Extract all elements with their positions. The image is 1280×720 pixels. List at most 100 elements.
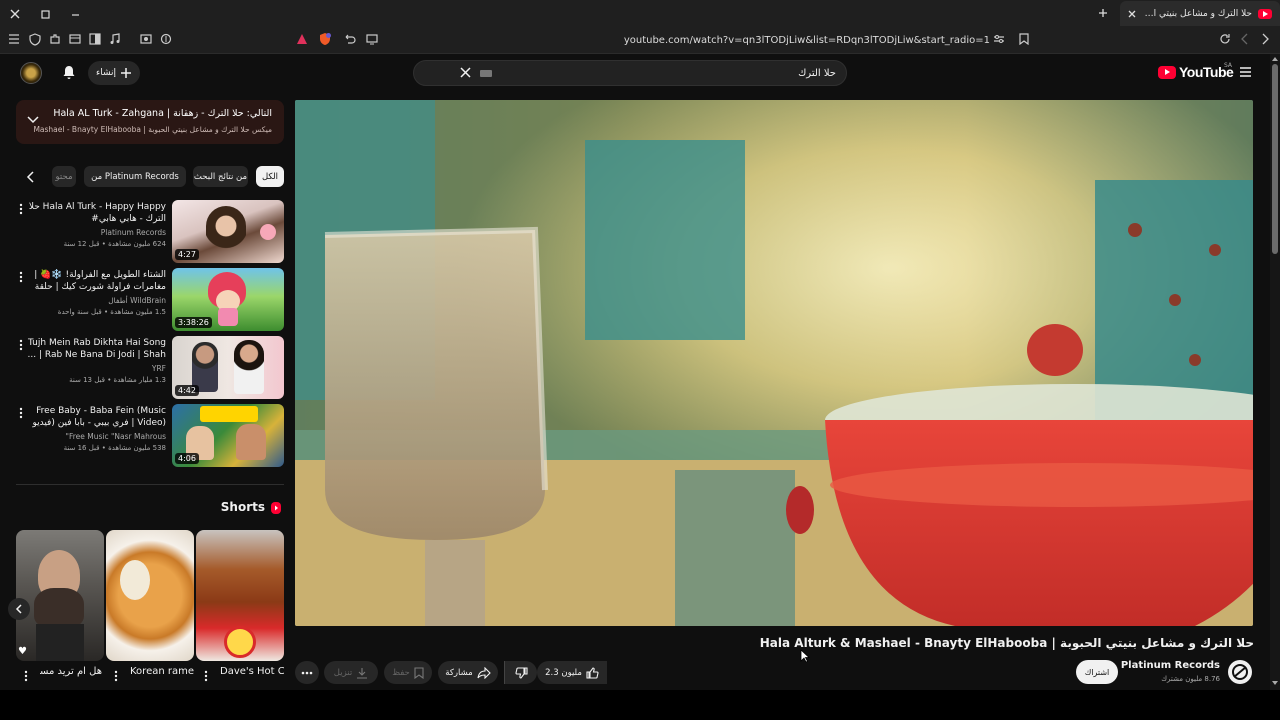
search-box[interactable]: حلا الترك (413, 60, 847, 86)
list-item[interactable]: 4:42 Tujh Mein Rab Dikhta Hai Song | Rab… (16, 336, 284, 399)
video-title[interactable]: Tujh Mein Rab Dikhta Hai Song | Rab Ne B… (26, 337, 166, 361)
cast-icon[interactable] (366, 33, 378, 45)
scroll-down-arrow-icon[interactable] (1271, 680, 1279, 686)
brave-shield-icon[interactable] (318, 32, 332, 46)
more-horizontal-icon (301, 671, 313, 675)
like-button[interactable]: 2.3 مليون (537, 661, 607, 684)
more-options-icon[interactable] (16, 406, 26, 420)
short-title[interactable]: Dave's Hot Chicken (220, 666, 284, 677)
download-button[interactable]: تنزيل (324, 661, 378, 684)
playlist-next-title: التالي: حلا الترك - زهقانة | Hala AL Tur… (53, 108, 272, 119)
youtube-favicon-icon (1258, 8, 1272, 19)
rewind-icon[interactable] (344, 33, 356, 45)
more-options-icon[interactable] (24, 670, 28, 682)
thumbs-down-icon (514, 666, 528, 679)
dislike-button[interactable] (504, 661, 537, 684)
short-thumbnail[interactable] (106, 530, 194, 661)
tabs-icon[interactable] (69, 33, 81, 45)
channel-avatar[interactable] (1228, 660, 1252, 684)
channel-name[interactable]: Platinum Records (101, 228, 166, 237)
video-thumbnail[interactable]: 4:42 (172, 336, 284, 399)
vpn-triangle-icon[interactable] (296, 33, 308, 45)
browser-toolbar: youtube.com/watch?v=qn3lTODjLiw&list=RDq… (0, 27, 1280, 54)
close-tab-icon[interactable] (1128, 10, 1136, 18)
avatar[interactable] (20, 62, 42, 84)
video-title[interactable]: Hala Al Turk - Happy Happy حلا الترك - ه… (26, 201, 166, 225)
playlist-subtitle: ميكس حلا الترك و مشاعل بنيتي الحبوبة | M… (33, 125, 272, 134)
more-options-icon[interactable] (114, 670, 118, 682)
extension-icon[interactable] (160, 33, 172, 45)
chip-all[interactable]: الكل (256, 166, 284, 187)
video-meta: 1.5 مليون مشاهدة • قبل سنة واحدة (57, 308, 166, 316)
video-thumbnail[interactable]: 3:38:26 (172, 268, 284, 331)
screenshot-icon[interactable] (140, 33, 152, 45)
duration-badge: 4:06 (175, 453, 199, 464)
search-input[interactable]: حلا الترك (798, 61, 836, 85)
short-thumbnail[interactable] (196, 530, 284, 661)
channel-name[interactable]: WildBrain أطفال (108, 296, 166, 305)
list-item[interactable]: 4:06 Free Baby - Baba Fein (Music Video)… (16, 404, 284, 467)
chip-from-channel[interactable]: من Platinum Records (84, 166, 186, 187)
subscribe-button[interactable]: اشتراك (1076, 660, 1118, 684)
playlist-panel[interactable]: التالي: حلا الترك - زهقانة | Hala AL Tur… (16, 100, 284, 144)
more-options-icon[interactable] (204, 670, 208, 682)
more-options-icon[interactable] (16, 202, 26, 216)
notifications-bell-icon[interactable] (61, 64, 77, 80)
tab-title: حلا الترك و مشاعل بنيتي الحبوبة (1142, 8, 1252, 19)
video-title[interactable]: الشتاء الطويل مع الفراولة! ❄️🍓 | مغامرات… (26, 269, 166, 293)
video-title[interactable]: Free Baby - Baba Fein (Music Video) | فر… (26, 405, 166, 429)
maximize-icon[interactable] (38, 7, 52, 21)
chevron-down-icon[interactable] (27, 115, 39, 125)
scroll-up-arrow-icon[interactable] (1271, 56, 1279, 62)
create-button[interactable]: إنشاء (88, 61, 140, 85)
more-options-icon[interactable] (16, 338, 26, 352)
video-thumbnail[interactable]: 4:27 (172, 200, 284, 263)
close-window-icon[interactable] (8, 7, 22, 21)
address-bar[interactable]: youtube.com/watch?v=qn3lTODjLiw&list=RDq… (560, 31, 990, 49)
short-title[interactable]: Korean ramen... (130, 666, 194, 677)
video-thumbnail[interactable]: 4:06 (172, 404, 284, 467)
chevron-left-icon[interactable] (26, 171, 36, 183)
share-label: مشاركة (445, 667, 473, 678)
keyboard-icon[interactable] (480, 70, 492, 77)
music-note-icon[interactable] (109, 33, 121, 45)
mouse-cursor-icon (800, 648, 811, 667)
clear-search-icon[interactable] (460, 67, 471, 78)
video-meta: 538 مليون مشاهدة • قبل 16 سنة (63, 444, 166, 452)
puzzle-icon[interactable] (49, 33, 61, 45)
new-tab-icon[interactable] (1096, 6, 1110, 20)
browser-tab-bar: حلا الترك و مشاعل بنيتي الحبوبة (0, 0, 1280, 27)
shorts-heading: Shorts (220, 500, 265, 514)
chip-more[interactable]: محتو (52, 166, 76, 187)
site-settings-icon[interactable] (993, 33, 1005, 45)
save-button[interactable]: حفظ (384, 661, 432, 684)
shield-icon[interactable] (29, 33, 41, 46)
short-title[interactable]: هل ام تريد مسلمة ... (40, 666, 102, 677)
list-item[interactable]: 4:27 Hala Al Turk - Happy Happy حلا التر… (16, 200, 284, 263)
channel-name[interactable]: Free Music "Nasr Mahrous" (66, 432, 167, 441)
sidebar-menu-icon[interactable] (8, 33, 20, 45)
video-player[interactable] (295, 100, 1253, 626)
reload-icon[interactable] (1219, 33, 1231, 45)
bookmark-icon[interactable] (1019, 33, 1029, 45)
plus-icon (120, 67, 132, 79)
hamburger-menu-icon[interactable] (1239, 66, 1252, 78)
short-thumbnail[interactable]: ♥ (16, 530, 104, 661)
youtube-logo[interactable]: YouTube SA (1158, 62, 1234, 80)
list-item[interactable]: 3:38:26 الشتاء الطويل مع الفراولة! ❄️🍓 |… (16, 268, 284, 331)
channel-name[interactable]: YRF (152, 364, 166, 373)
channel-name[interactable]: Platinum Records (1121, 660, 1220, 671)
share-icon (477, 666, 491, 679)
minimize-icon[interactable] (68, 7, 82, 21)
more-options-icon[interactable] (16, 270, 26, 284)
scrollbar-thumb[interactable] (1272, 64, 1278, 254)
more-actions-button[interactable] (295, 661, 319, 684)
shorts-prev-chevron-icon[interactable] (8, 598, 30, 620)
chip-search-results[interactable]: من نتائج البحث (193, 166, 248, 187)
share-button[interactable]: مشاركة (438, 661, 498, 684)
back-arrow-icon[interactable] (1240, 33, 1250, 45)
sidebar-panel-icon[interactable] (89, 33, 101, 45)
browser-tab[interactable]: حلا الترك و مشاعل بنيتي الحبوبة (1120, 1, 1280, 26)
save-label: حفظ (392, 667, 410, 678)
forward-arrow-icon[interactable] (1260, 33, 1270, 45)
